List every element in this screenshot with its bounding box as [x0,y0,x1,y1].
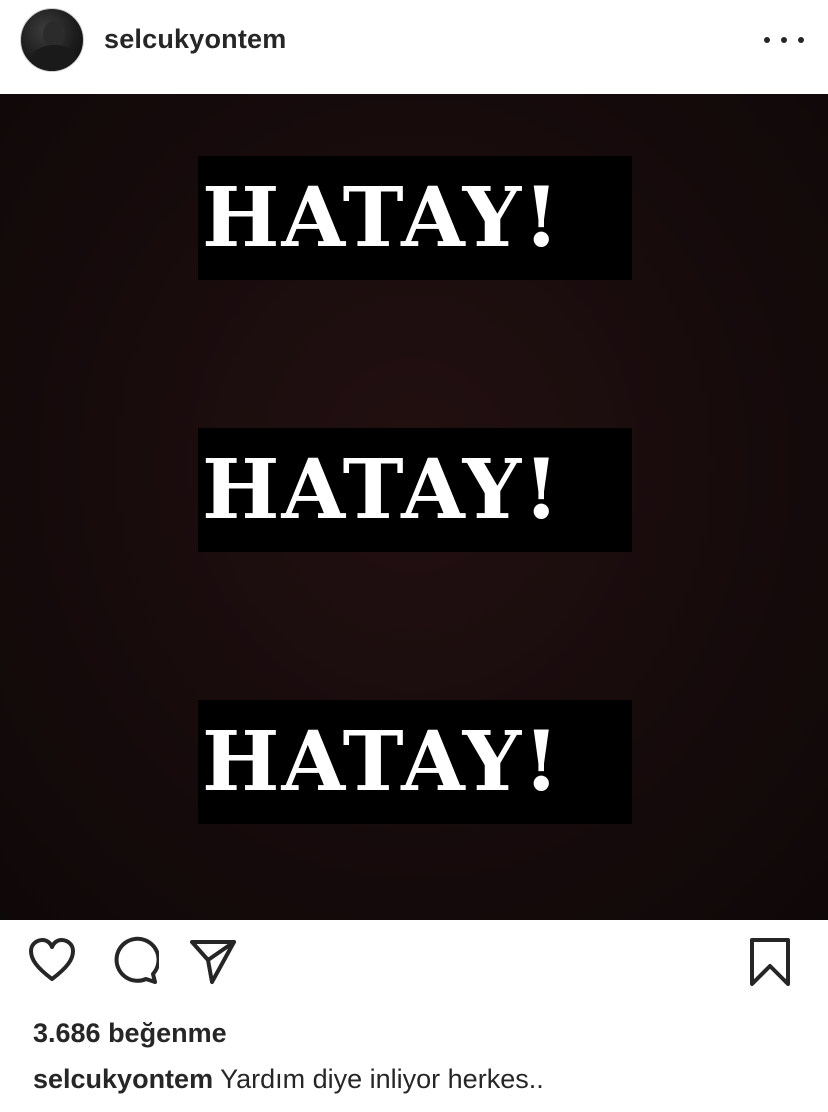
heart-icon[interactable] [27,936,77,986]
text-banner: HATAY! [198,428,632,552]
more-dot [781,37,787,43]
like-count[interactable]: 3.686 beğenme [33,1018,227,1049]
banner-text: HATAY! [202,714,562,810]
more-dot [798,37,804,43]
post-image[interactable]: HATAY! HATAY! HATAY! [0,94,828,920]
more-dot [764,37,770,43]
avatar-figure [43,21,65,47]
text-banner: HATAY! [198,700,632,824]
avatar[interactable] [20,8,84,72]
username-link[interactable]: selcukyontem [104,24,286,55]
caption: selcukyontem Yardım diye inliyor herkes.… [33,1064,813,1095]
more-options-icon[interactable] [764,28,804,52]
caption-username[interactable]: selcukyontem [33,1064,213,1094]
banner-text: HATAY! [202,442,562,538]
send-icon[interactable] [188,936,238,986]
post-header: selcukyontem [0,0,828,92]
comment-icon[interactable] [109,936,159,986]
avatar-shoulders [31,45,77,71]
action-bar [0,936,828,1006]
banner-text: HATAY! [202,170,562,266]
text-banner: HATAY! [198,156,632,280]
instagram-post: selcukyontem HATAY! HATAY! HATAY! 3.686 … [0,0,828,1112]
bookmark-icon[interactable] [748,936,792,990]
caption-text: Yardım diye inliyor herkes.. [220,1064,544,1094]
